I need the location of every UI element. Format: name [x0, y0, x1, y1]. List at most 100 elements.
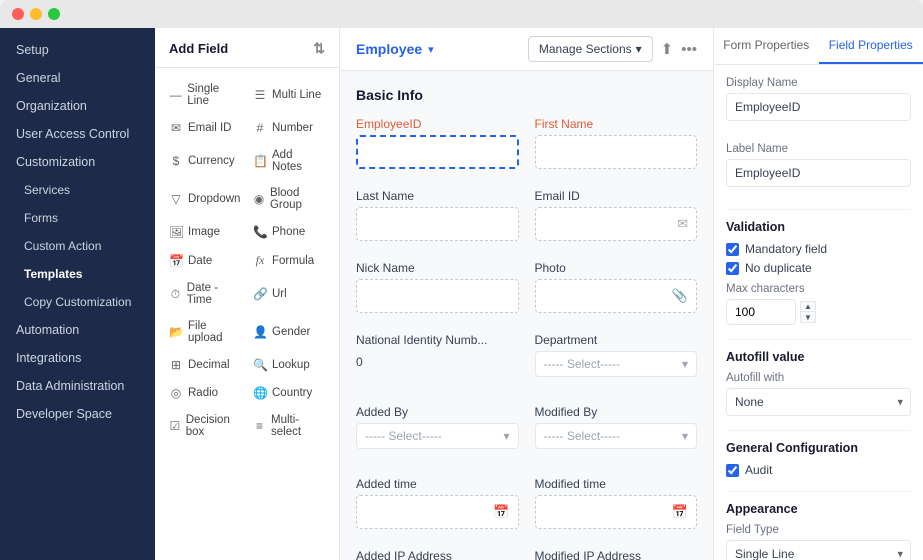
minimize-button[interactable]: [30, 8, 42, 20]
image-icon: 🖼: [169, 225, 183, 239]
field-type-label: Dropdown: [188, 193, 240, 205]
sidebar-item-developer-space[interactable]: Developer Space: [0, 400, 155, 428]
field-type-multi-line[interactable]: ☰ Multi Line: [247, 76, 331, 114]
dropdown-icon: ▽: [169, 192, 183, 206]
mandatory-field-checkbox[interactable]: [726, 243, 739, 256]
window-chrome: [0, 0, 923, 28]
field-type-file-upload[interactable]: 📂 File upload: [163, 313, 247, 351]
field-type-formula[interactable]: fx Formula: [247, 246, 331, 275]
field-input-modified-time[interactable]: 📅: [535, 495, 698, 529]
field-type-url[interactable]: 🔗 Url: [247, 275, 331, 313]
field-type-dropdown[interactable]: ▽ Dropdown: [163, 180, 247, 218]
sidebar-item-user-access-control[interactable]: User Access Control: [0, 120, 155, 148]
sort-icon[interactable]: ⇅: [313, 40, 325, 57]
file-upload-icon: 📂: [169, 325, 183, 339]
sidebar-item-customization[interactable]: Customization: [0, 148, 155, 176]
divider-4: [726, 491, 911, 492]
field-input-email-id[interactable]: ✉: [535, 207, 698, 241]
sidebar-item-templates[interactable]: Templates: [0, 260, 155, 288]
sidebar-item-integrations[interactable]: Integrations: [0, 344, 155, 372]
field-type-radio[interactable]: ◎ Radio: [163, 379, 247, 407]
label-name-input[interactable]: [726, 159, 911, 187]
field-type-date[interactable]: 📅 Date: [163, 246, 247, 275]
field-type-email-id[interactable]: ✉ Email ID: [163, 114, 247, 142]
field-type-image[interactable]: 🖼 Image: [163, 218, 247, 246]
field-input-employee-id[interactable]: [356, 135, 519, 169]
field-type-blood-group[interactable]: ◉ Blood Group: [247, 180, 331, 218]
add-field-panel: Add Field ⇅ — Single Line ☰ Multi Line ✉…: [155, 28, 340, 560]
field-types-grid: — Single Line ☰ Multi Line ✉ Email ID # …: [155, 68, 339, 453]
field-type-lookup[interactable]: 🔍 Lookup: [247, 351, 331, 379]
maximize-button[interactable]: [48, 8, 60, 20]
sidebar-item-forms[interactable]: Forms: [0, 204, 155, 232]
max-characters-increment[interactable]: ▲: [800, 301, 816, 312]
autofill-select[interactable]: None Current User Current Date Current D…: [726, 388, 911, 416]
sidebar-item-services[interactable]: Services: [0, 176, 155, 204]
added-by-chevron-icon: ▾: [503, 429, 509, 443]
module-name[interactable]: Employee: [356, 41, 422, 57]
add-field-title: Add Field: [169, 41, 228, 56]
field-national-identity: National Identity Numb... 0: [356, 333, 519, 389]
field-added-by: Added By ----- Select----- ▾: [356, 405, 519, 461]
field-select-department[interactable]: ----- Select----- ▾: [535, 351, 698, 377]
max-characters-decrement[interactable]: ▼: [800, 312, 816, 323]
field-type-phone[interactable]: 📞 Phone: [247, 218, 331, 246]
panel-general-config-section: General Configuration Audit: [726, 441, 911, 477]
close-button[interactable]: [12, 8, 24, 20]
tab-field-properties[interactable]: Field Properties: [819, 28, 923, 64]
field-label-employee-id: EmployeeID: [356, 117, 519, 131]
manage-sections-button[interactable]: Manage Sections ▾: [528, 36, 653, 62]
no-duplicate-checkbox[interactable]: [726, 262, 739, 275]
photo-field-icon: 📎: [672, 288, 688, 304]
field-type-decimal[interactable]: ⊞ Decimal: [163, 351, 247, 379]
field-type-multi-select[interactable]: ≡ Multi-select: [247, 407, 331, 445]
notes-icon: 📋: [253, 154, 267, 168]
sidebar-item-custom-action[interactable]: Custom Action: [0, 232, 155, 260]
share-icon[interactable]: ⬆: [661, 40, 674, 58]
max-characters-label: Max characters: [726, 283, 911, 295]
main-toolbar: Employee ▾ Manage Sections ▾ ⬆ •••: [340, 28, 713, 71]
manage-sections-chevron: ▾: [636, 42, 642, 56]
field-select-added-by[interactable]: ----- Select----- ▾: [356, 423, 519, 449]
panel-tabs: Form Properties Field Properties: [714, 28, 923, 65]
field-type-currency[interactable]: $ Currency: [163, 142, 247, 180]
decision-box-icon: ☑: [169, 419, 181, 433]
field-type-country[interactable]: 🌐 Country: [247, 379, 331, 407]
field-added-time: Added time 📅: [356, 477, 519, 533]
field-select-modified-by[interactable]: ----- Select----- ▾: [535, 423, 698, 449]
field-type-label: Field Type: [726, 524, 911, 536]
sidebar-item-data-administration[interactable]: Data Administration: [0, 372, 155, 400]
multi-select-icon: ≡: [253, 419, 266, 433]
field-input-first-name[interactable]: [535, 135, 698, 169]
sidebar-item-automation[interactable]: Automation: [0, 316, 155, 344]
field-input-added-time[interactable]: 📅: [356, 495, 519, 529]
field-input-nick-name[interactable]: [356, 279, 519, 313]
field-type-date-time[interactable]: ⏱ Date - Time: [163, 275, 247, 313]
display-name-input[interactable]: [726, 93, 911, 121]
field-type-gender[interactable]: 👤 Gender: [247, 313, 331, 351]
divider-3: [726, 430, 911, 431]
field-input-photo[interactable]: 📎: [535, 279, 698, 313]
more-options-icon[interactable]: •••: [681, 41, 697, 58]
field-employee-id: EmployeeID: [356, 117, 519, 173]
audit-checkbox[interactable]: [726, 464, 739, 477]
field-type-label: Country: [272, 387, 312, 399]
sidebar-item-organization[interactable]: Organization: [0, 92, 155, 120]
field-type-select[interactable]: Single Line Multi Line Email Number: [726, 540, 911, 560]
field-type-label: Formula: [272, 255, 314, 267]
field-type-single-line[interactable]: — Single Line: [163, 76, 247, 114]
form-fields-grid: EmployeeID First Name Last Name Email ID: [356, 117, 697, 560]
no-duplicate-label: No duplicate: [745, 261, 812, 275]
single-line-icon: —: [169, 88, 182, 102]
field-input-last-name[interactable]: [356, 207, 519, 241]
field-label-national-identity: National Identity Numb...: [356, 333, 519, 347]
tab-form-properties[interactable]: Form Properties: [714, 28, 819, 64]
sidebar-item-setup[interactable]: Setup: [0, 36, 155, 64]
sidebar-item-general[interactable]: General: [0, 64, 155, 92]
field-type-add-notes[interactable]: 📋 Add Notes: [247, 142, 331, 180]
max-characters-input[interactable]: [726, 299, 796, 325]
field-type-number[interactable]: # Number: [247, 114, 331, 142]
field-type-decision-box[interactable]: ☑ Decision box: [163, 407, 247, 445]
field-type-select-wrapper: Single Line Multi Line Email Number: [726, 540, 911, 560]
sidebar-item-copy-customization[interactable]: Copy Customization: [0, 288, 155, 316]
